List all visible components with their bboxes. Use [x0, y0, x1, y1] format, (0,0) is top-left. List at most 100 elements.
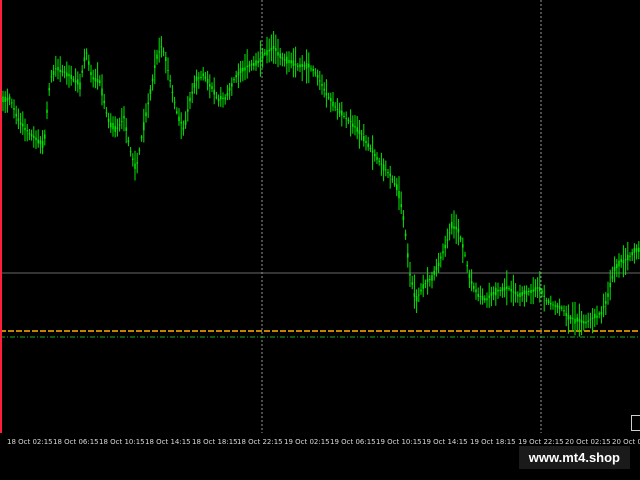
candle-body	[132, 158, 134, 161]
candle-body	[446, 239, 449, 241]
candle-body	[481, 296, 484, 301]
candle-body	[638, 247, 640, 252]
candle-body	[327, 97, 330, 99]
candle-body	[123, 115, 125, 119]
candle-body	[165, 57, 167, 61]
candle-body	[602, 305, 605, 308]
candle-body	[528, 291, 530, 292]
candle-body	[444, 244, 446, 249]
candle-body	[88, 61, 90, 65]
candle-body	[255, 60, 257, 66]
candle-body	[158, 51, 160, 53]
candle-body	[288, 60, 290, 63]
candle-body	[297, 65, 299, 67]
candle-body	[567, 314, 570, 320]
candle-body	[292, 60, 295, 66]
candle-body	[204, 76, 207, 79]
candle-body	[589, 319, 592, 321]
candle-body	[66, 72, 68, 77]
candle-body	[532, 289, 534, 292]
candle-body	[369, 147, 372, 150]
candle-body	[371, 150, 374, 153]
candle-body	[499, 290, 501, 292]
candle-body	[519, 292, 521, 297]
candle-body	[211, 86, 213, 89]
watermark-label: www.mt4.shop	[518, 446, 630, 469]
candle-body	[594, 313, 596, 319]
candle-body	[79, 82, 81, 90]
candle-body	[193, 83, 196, 88]
candle-body	[52, 71, 55, 75]
candle-body	[561, 307, 563, 309]
candle-body	[22, 123, 24, 127]
candle-body	[605, 301, 607, 304]
candle-body	[363, 136, 365, 142]
candle-body	[424, 283, 427, 285]
candle-body	[510, 289, 512, 292]
candle-body	[299, 64, 301, 68]
price-chart[interactable]	[0, 0, 640, 433]
candle-body	[103, 100, 105, 104]
candle-body	[543, 295, 545, 297]
candle-body	[259, 58, 262, 62]
candle-body	[13, 108, 15, 110]
candle-body	[521, 292, 523, 296]
candle-body	[30, 134, 33, 137]
candle-body	[24, 127, 26, 131]
candle-body	[585, 321, 587, 324]
time-axis-label: 19 Oct 18:15	[470, 438, 516, 446]
candle-body	[118, 124, 121, 126]
candle-body	[209, 84, 211, 87]
candle-body	[39, 140, 42, 144]
candle-body	[569, 316, 572, 319]
candle-body	[57, 67, 59, 71]
candle-body	[26, 130, 28, 132]
candle-body	[618, 260, 620, 267]
candle-body	[413, 293, 416, 297]
candle-body	[624, 258, 627, 261]
candle-body	[343, 116, 345, 117]
candle-body	[257, 60, 259, 64]
candle-body	[563, 310, 565, 312]
candle-body	[477, 294, 479, 297]
candle-body	[283, 59, 286, 61]
candle-body	[503, 287, 506, 291]
candle-body	[215, 96, 218, 98]
candle-body	[440, 256, 442, 259]
candle-body	[143, 122, 145, 131]
time-axis-label: 18 Oct 14:15	[145, 438, 191, 446]
candle-body	[600, 312, 603, 315]
candle-body	[492, 292, 495, 295]
candle-body	[374, 153, 376, 157]
candle-body	[48, 88, 50, 91]
candle-body	[580, 320, 583, 323]
candle-body	[151, 78, 154, 82]
candle-body	[574, 318, 576, 324]
candle-body	[15, 113, 17, 117]
candle-body	[270, 47, 273, 51]
candle-body	[616, 264, 618, 269]
candle-body	[107, 118, 110, 122]
candle-body	[2, 96, 4, 102]
candle-body	[426, 279, 429, 283]
candle-body	[541, 290, 543, 294]
candle-body	[330, 98, 332, 102]
candle-body	[596, 315, 598, 318]
candle-body	[178, 116, 180, 121]
candle-body	[398, 191, 400, 199]
candle-body	[125, 127, 127, 131]
chart-scroll-marker[interactable]	[631, 415, 640, 431]
candle-body	[556, 304, 559, 308]
candle-body	[286, 56, 288, 64]
candle-body	[415, 296, 418, 302]
candle-body	[235, 75, 237, 78]
candle-body	[572, 317, 574, 320]
candle-body	[462, 244, 464, 248]
candle-body	[466, 264, 468, 267]
candle-body	[325, 92, 328, 96]
candle-body	[470, 281, 473, 284]
candle-body	[231, 83, 233, 87]
candle-body	[475, 289, 477, 293]
candle-body	[459, 237, 462, 240]
candle-body	[96, 79, 99, 83]
